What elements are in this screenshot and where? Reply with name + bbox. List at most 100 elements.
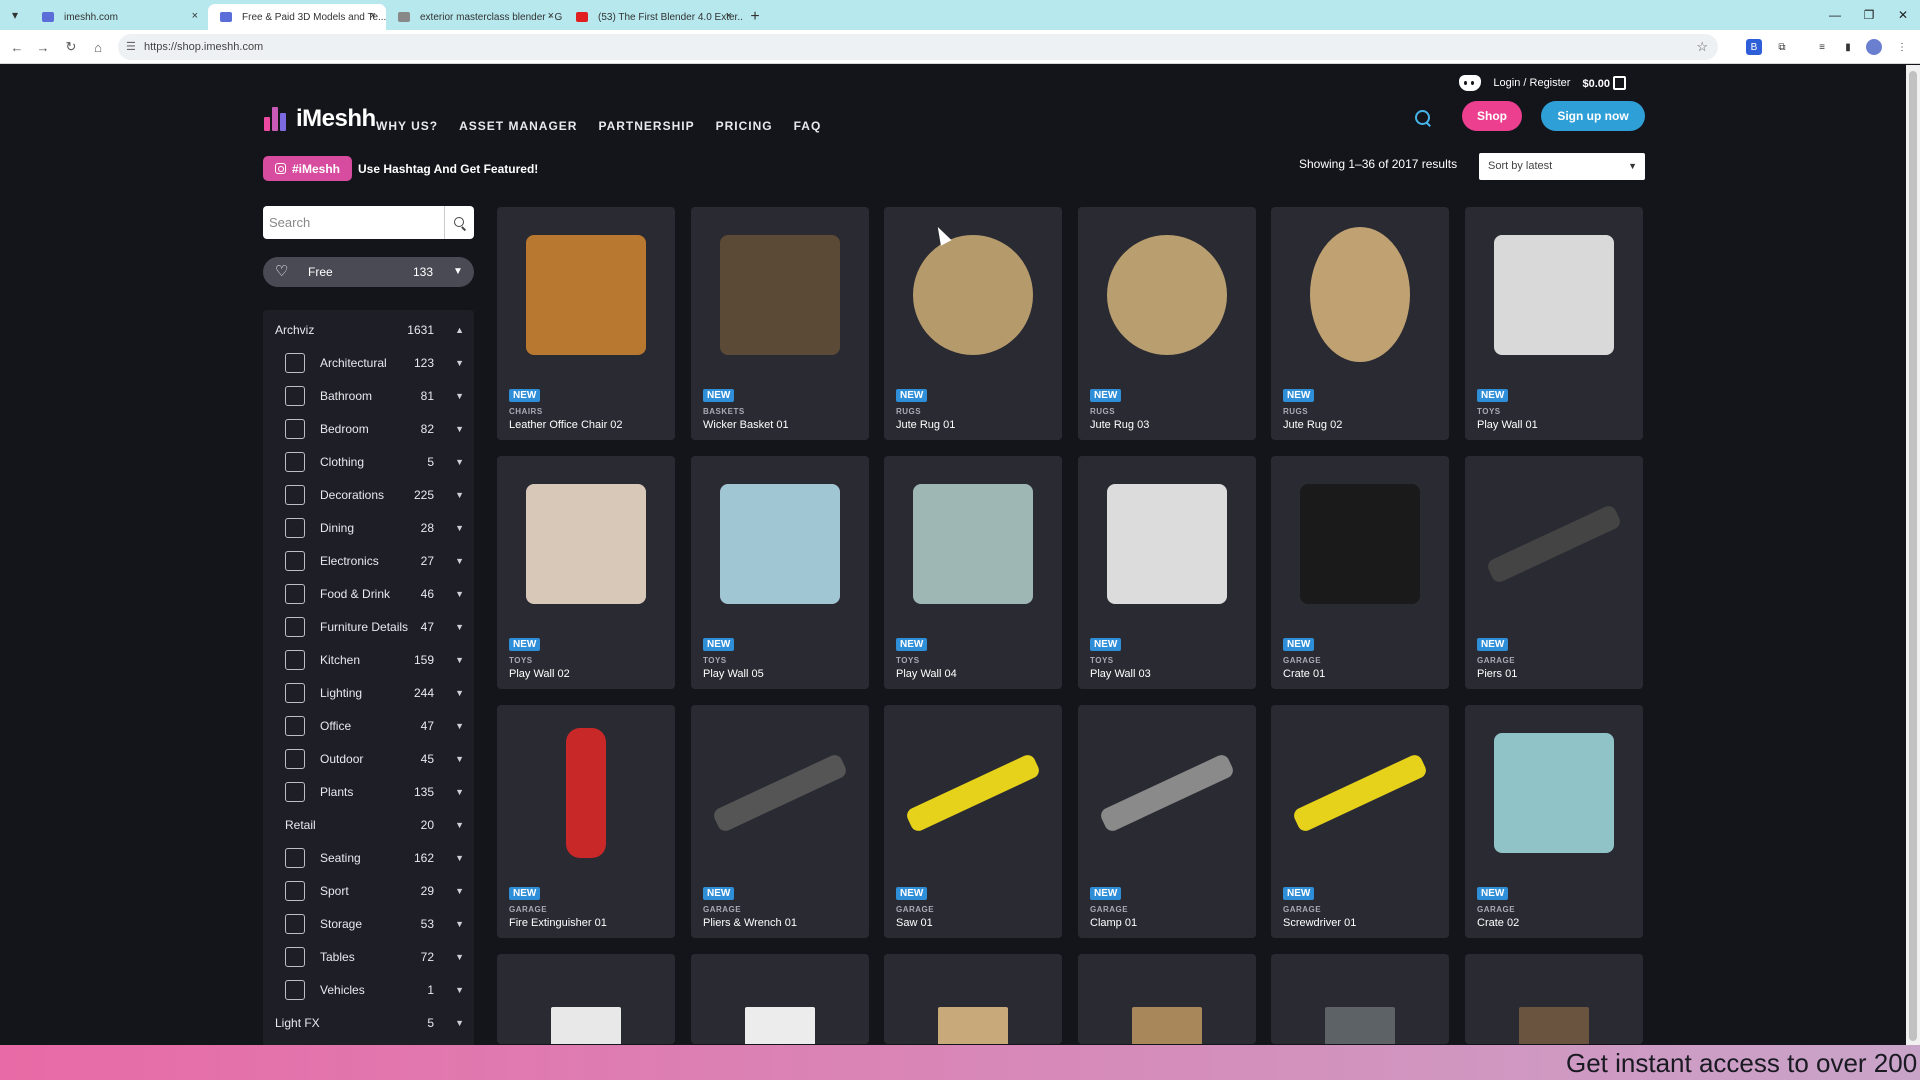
product-thumbnail[interactable] [1465, 705, 1643, 880]
url-bar[interactable]: ☰ https://shop.imeshh.com ☆ [118, 34, 1718, 60]
product-thumbnail[interactable] [691, 456, 869, 631]
bookmark-star-icon[interactable]: ☆ [1696, 34, 1708, 60]
chevron-down-icon[interactable]: ▼ [455, 779, 464, 806]
close-tab-icon[interactable]: × [370, 10, 376, 22]
product-thumbnail[interactable] [497, 705, 675, 880]
product-thumbnail[interactable] [1271, 705, 1449, 880]
product-card[interactable]: NEW TOYS Play Wall 02 [497, 456, 675, 689]
site-info-icon[interactable]: ☰ [126, 34, 136, 60]
nav-link[interactable]: PRICING [716, 119, 773, 133]
product-thumbnail[interactable] [1078, 954, 1256, 1044]
product-card[interactable]: NEW GARAGE Saw 01 [884, 705, 1062, 938]
sort-select[interactable]: Sort by latest ▼ [1479, 153, 1645, 180]
product-name[interactable]: Crate 01 [1283, 668, 1325, 680]
product-thumbnail[interactable] [497, 456, 675, 631]
product-card[interactable]: NEW RUGS Jute Rug 01 [884, 207, 1062, 440]
product-thumbnail[interactable] [497, 954, 675, 1044]
profile-avatar[interactable] [1866, 39, 1882, 55]
browser-tab[interactable]: Free & Paid 3D Models and Te... × [208, 4, 386, 30]
product-thumbnail[interactable] [1465, 207, 1643, 382]
sidebar-category[interactable]: Architectural 123 ▼ [263, 350, 474, 377]
reload-icon[interactable]: ↻ [62, 38, 80, 56]
back-icon[interactable]: ← [8, 38, 26, 56]
forward-icon[interactable]: → [34, 38, 52, 56]
product-card[interactable]: NEW GARAGE Screwdriver 01 [1271, 705, 1449, 938]
product-card[interactable]: NEW GARAGE Pliers & Wrench 01 [691, 705, 869, 938]
browser-tab[interactable]: exterior masterclass blender - G × [386, 4, 564, 30]
product-thumbnail[interactable] [1271, 456, 1449, 631]
product-card[interactable] [884, 954, 1062, 1044]
product-card[interactable] [1271, 954, 1449, 1044]
chevron-down-icon[interactable]: ▼ [455, 614, 464, 641]
product-thumbnail[interactable] [884, 456, 1062, 631]
product-card[interactable]: NEW RUGS Jute Rug 03 [1078, 207, 1256, 440]
chevron-down-icon[interactable]: ▼ [455, 350, 464, 377]
chevron-down-icon[interactable]: ▼ [455, 812, 464, 839]
discord-icon[interactable] [1459, 75, 1482, 91]
product-name[interactable]: Jute Rug 03 [1090, 419, 1149, 431]
product-thumbnail[interactable] [1271, 207, 1449, 382]
close-window-icon[interactable]: ✕ [1886, 0, 1920, 30]
minimize-icon[interactable]: — [1818, 0, 1852, 30]
product-thumbnail[interactable] [1465, 456, 1643, 631]
close-tab-icon[interactable]: × [548, 10, 554, 22]
close-tab-icon[interactable]: × [726, 10, 732, 22]
sidebar-category[interactable]: Plants 135 ▼ [263, 779, 474, 806]
promo-banner[interactable]: Get instant access to over 200 [0, 1045, 1920, 1080]
product-name[interactable]: Play Wall 03 [1090, 668, 1151, 680]
sidebar-category[interactable]: Bedroom 82 ▼ [263, 416, 474, 443]
product-name[interactable]: Screwdriver 01 [1283, 917, 1356, 929]
chevron-down-icon[interactable]: ▼ [455, 449, 464, 476]
chevron-down-icon[interactable]: ▼ [455, 845, 464, 872]
chevron-down-icon[interactable]: ▼ [455, 713, 464, 740]
imeshh-logo[interactable]: iMeshh [264, 105, 376, 133]
product-card[interactable]: NEW RUGS Jute Rug 02 [1271, 207, 1449, 440]
product-thumbnail[interactable] [1078, 456, 1256, 631]
shop-button[interactable]: Shop [1462, 101, 1522, 131]
login-register-link[interactable]: Login / Register [1493, 77, 1570, 89]
product-card[interactable]: NEW GARAGE Fire Extinguisher 01 [497, 705, 675, 938]
product-name[interactable]: Saw 01 [896, 917, 933, 929]
product-card[interactable]: NEW BASKETS Wicker Basket 01 [691, 207, 869, 440]
product-name[interactable]: Pliers & Wrench 01 [703, 917, 797, 929]
close-tab-icon[interactable]: × [192, 10, 198, 22]
product-card[interactable]: NEW GARAGE Clamp 01 [1078, 705, 1256, 938]
page-scrollbar[interactable] [1906, 65, 1920, 1045]
extension-b-icon[interactable]: B [1746, 39, 1762, 55]
sidebar-category[interactable]: Electronics 27 ▼ [263, 548, 474, 575]
product-name[interactable]: Jute Rug 01 [896, 419, 955, 431]
chevron-down-icon[interactable]: ▼ [455, 1010, 464, 1037]
product-name[interactable]: Play Wall 05 [703, 668, 764, 680]
product-thumbnail[interactable] [691, 207, 869, 382]
sidebar-category[interactable]: Tables 72 ▼ [263, 944, 474, 971]
home-icon[interactable]: ⌂ [89, 38, 107, 56]
sidebar-category[interactable]: Furniture Details 47 ▼ [263, 614, 474, 641]
scrollbar-thumb[interactable] [1909, 71, 1917, 1041]
sidebar-category[interactable]: Decorations 225 ▼ [263, 482, 474, 509]
product-thumbnail[interactable] [1078, 207, 1256, 382]
media-control-icon[interactable]: ≡ [1814, 39, 1830, 55]
chevron-down-icon[interactable]: ▼ [455, 383, 464, 410]
chevron-down-icon[interactable]: ▼ [455, 911, 464, 938]
product-name[interactable]: Jute Rug 02 [1283, 419, 1342, 431]
sign-up-button[interactable]: Sign up now [1541, 101, 1645, 131]
product-name[interactable]: Play Wall 04 [896, 668, 957, 680]
product-name[interactable]: Wicker Basket 01 [703, 419, 789, 431]
product-card[interactable]: NEW GARAGE Piers 01 [1465, 456, 1643, 689]
chevron-down-icon[interactable]: ▼ [455, 746, 464, 773]
sidebar-category[interactable]: Vehicles 1 ▼ [263, 977, 474, 1004]
product-card[interactable]: NEW TOYS Play Wall 04 [884, 456, 1062, 689]
product-thumbnail[interactable] [691, 954, 869, 1044]
sidebar-category[interactable]: Storage 53 ▼ [263, 911, 474, 938]
nav-link[interactable]: PARTNERSHIP [598, 119, 694, 133]
nav-link[interactable]: FAQ [794, 119, 822, 133]
product-name[interactable]: Piers 01 [1477, 668, 1517, 680]
sidebar-category[interactable]: Bathroom 81 ▼ [263, 383, 474, 410]
sidebar-category[interactable]: Clothing 5 ▼ [263, 449, 474, 476]
sidebar-category[interactable]: Outdoor 45 ▼ [263, 746, 474, 773]
product-thumbnail[interactable] [884, 705, 1062, 880]
product-card[interactable] [1465, 954, 1643, 1044]
product-card[interactable]: NEW GARAGE Crate 02 [1465, 705, 1643, 938]
sidebar-category[interactable]: Retail 20 ▼ [263, 812, 474, 839]
sidebar-category[interactable]: Seating 162 ▼ [263, 845, 474, 872]
